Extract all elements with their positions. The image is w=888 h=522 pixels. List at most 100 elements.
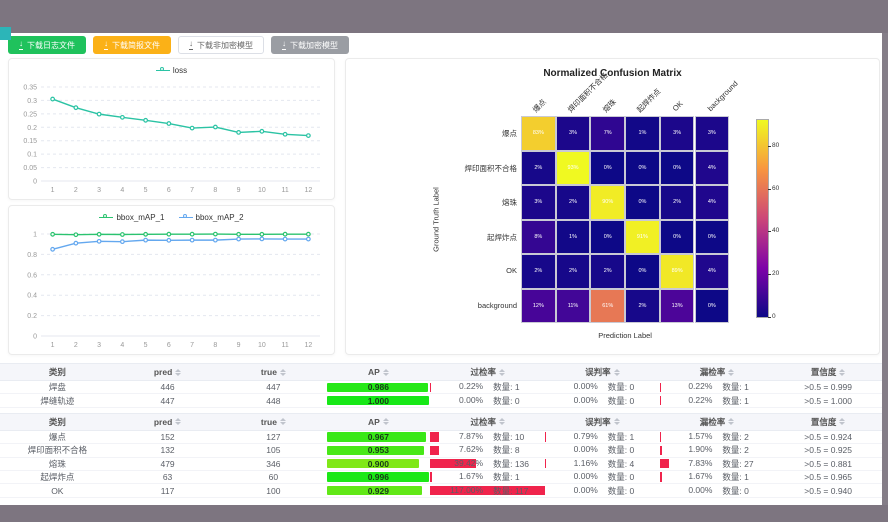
cm-cell: 2% xyxy=(590,254,625,289)
sidebar-toggle-chip[interactable] xyxy=(0,27,11,40)
cm-cell: 3% xyxy=(695,116,730,151)
sort-icon[interactable] xyxy=(728,369,734,376)
column-header-label: 误判率 xyxy=(585,416,611,428)
loss-chart-legend: loss xyxy=(9,59,334,81)
legend-item-bbox_mAP_1[interactable]: bbox_mAP_1 xyxy=(99,213,164,222)
miss-rate-cell: 1.57%数量: 2 xyxy=(660,431,775,443)
sort-icon[interactable] xyxy=(280,418,286,425)
sort-icon[interactable] xyxy=(383,369,389,376)
rate-percent: 1.57% xyxy=(660,431,713,443)
rate-count: 数量: 2 xyxy=(712,444,769,456)
table-row: 焊盘4464470.9860.22%数量: 10.00%数量: 00.22%数量… xyxy=(0,381,882,394)
column-header-6[interactable]: 漏检率 xyxy=(660,364,775,380)
true-cell: 100 xyxy=(220,484,326,496)
download-button-3[interactable]: ↓下载加密模型 xyxy=(271,36,349,54)
sort-icon[interactable] xyxy=(499,369,505,376)
cm-cell: 93% xyxy=(556,151,591,186)
ap-value: 0.986 xyxy=(368,382,389,392)
sort-icon[interactable] xyxy=(728,418,734,425)
column-header-3[interactable]: AP xyxy=(326,414,430,430)
cm-cell: 12% xyxy=(521,289,556,324)
sort-icon[interactable] xyxy=(839,369,845,376)
sort-icon[interactable] xyxy=(280,369,286,376)
sort-icon[interactable] xyxy=(614,418,620,425)
sort-icon[interactable] xyxy=(175,418,181,425)
cm-row-label: 爆点 xyxy=(427,128,517,139)
download-button-2[interactable]: ↓下载非加密模型 xyxy=(178,36,264,54)
confidence-cell: >0.5 = 1.000 xyxy=(774,394,882,406)
cm-row-label: 焊印面积不合格 xyxy=(427,163,517,174)
cm-cell: 0% xyxy=(590,151,625,186)
sort-icon[interactable] xyxy=(839,418,845,425)
confidence-cell: >0.5 = 0.999 xyxy=(774,381,882,393)
cm-cell: 2% xyxy=(556,254,591,289)
table-row: 起焊炸点63600.9961.67%数量: 10.00%数量: 01.67%数量… xyxy=(0,471,882,484)
rate-count: 数量: 0 xyxy=(598,485,655,497)
overdetect-rate-cell: 39.42%数量: 136 xyxy=(430,458,545,470)
column-header-6[interactable]: 漏检率 xyxy=(660,414,775,430)
rate-count: 数量: 27 xyxy=(712,458,769,470)
rate-count: 数量: 1 xyxy=(712,381,769,393)
sort-icon[interactable] xyxy=(383,418,389,425)
pred-cell: 479 xyxy=(115,458,221,470)
legend-item-loss[interactable]: loss xyxy=(156,66,187,75)
svg-text:10: 10 xyxy=(258,187,266,194)
rate-percent: 1.90% xyxy=(660,444,713,456)
confidence-cell: >0.5 = 0.940 xyxy=(774,484,882,496)
column-header-label: pred xyxy=(154,367,172,377)
rate-count: 数量: 117 xyxy=(483,485,540,497)
rate-text: 7.62%数量: 8 xyxy=(430,444,545,456)
column-header-5[interactable]: 误判率 xyxy=(545,364,660,380)
cm-col-label: 起焊炸点 xyxy=(635,86,664,115)
rate-count: 数量: 0 xyxy=(483,395,540,407)
miss-rate-cell: 0.00%数量: 0 xyxy=(660,484,775,496)
download-button-0[interactable]: ↓下载日志文件 xyxy=(8,36,86,54)
rate-text: 1.67%数量: 1 xyxy=(660,471,775,483)
misjudge-rate-cell: 0.00%数量: 0 xyxy=(545,381,660,393)
confidence-cell: >0.5 = 0.881 xyxy=(774,458,882,470)
column-header-label: 置信度 xyxy=(811,366,837,378)
cm-cell: 3% xyxy=(556,116,591,151)
cm-colorbar-tick: 40 xyxy=(772,227,779,234)
true-cell: 127 xyxy=(220,431,326,443)
sort-icon[interactable] xyxy=(175,369,181,376)
cm-cell: 0% xyxy=(625,185,660,220)
column-header-2[interactable]: true xyxy=(220,414,326,430)
cm-cell: 8% xyxy=(521,220,556,255)
ap-cell: 0.967 xyxy=(326,431,430,443)
ap-value: 1.000 xyxy=(368,396,389,406)
column-header-7[interactable]: 置信度 xyxy=(774,364,882,380)
column-header-1[interactable]: pred xyxy=(115,414,221,430)
column-header-5[interactable]: 误判率 xyxy=(545,414,660,430)
svg-text:5: 5 xyxy=(144,342,148,349)
rate-percent: 39.42% xyxy=(430,458,483,470)
cm-cell: 91% xyxy=(625,220,660,255)
column-header-3[interactable]: AP xyxy=(326,364,430,380)
sort-icon[interactable] xyxy=(499,418,505,425)
cm-cell: 2% xyxy=(660,185,695,220)
legend-item-bbox_mAP_2[interactable]: bbox_mAP_2 xyxy=(179,213,244,222)
column-header-4[interactable]: 过检率 xyxy=(430,364,545,380)
cm-cell: 1% xyxy=(625,116,660,151)
cm-cell: 3% xyxy=(660,116,695,151)
line-chart-svg: 00.20.40.60.81123456789101112 xyxy=(9,228,334,352)
miss-rate-cell: 7.83%数量: 27 xyxy=(660,458,775,470)
cm-cell: 7% xyxy=(590,116,625,151)
legend-label: loss xyxy=(173,66,187,75)
rate-count: 数量: 0 xyxy=(598,471,655,483)
cm-cell: 2% xyxy=(521,254,556,289)
sort-icon[interactable] xyxy=(614,369,620,376)
table-row: 焊印面积不合格1321050.9537.62%数量: 80.00%数量: 01.… xyxy=(0,444,882,457)
column-header-7[interactable]: 置信度 xyxy=(774,414,882,430)
cm-cell: 0% xyxy=(660,151,695,186)
column-header-4[interactable]: 过检率 xyxy=(430,414,545,430)
rate-text: 0.00%数量: 0 xyxy=(545,381,660,393)
column-header-1[interactable]: pred xyxy=(115,364,221,380)
overdetect-rate-cell: 7.87%数量: 10 xyxy=(430,431,545,443)
download-button-row: ↓下载日志文件 ↓下载简报文件 ↓下载非加密模型 ↓下载加密模型 xyxy=(8,36,349,54)
rate-percent: 7.62% xyxy=(430,444,483,456)
column-header-2[interactable]: true xyxy=(220,364,326,380)
class-name-cell: 焊印面积不合格 xyxy=(0,444,115,456)
miss-rate-cell: 0.22%数量: 1 xyxy=(660,394,775,406)
download-button-1[interactable]: ↓下载简报文件 xyxy=(93,36,171,54)
